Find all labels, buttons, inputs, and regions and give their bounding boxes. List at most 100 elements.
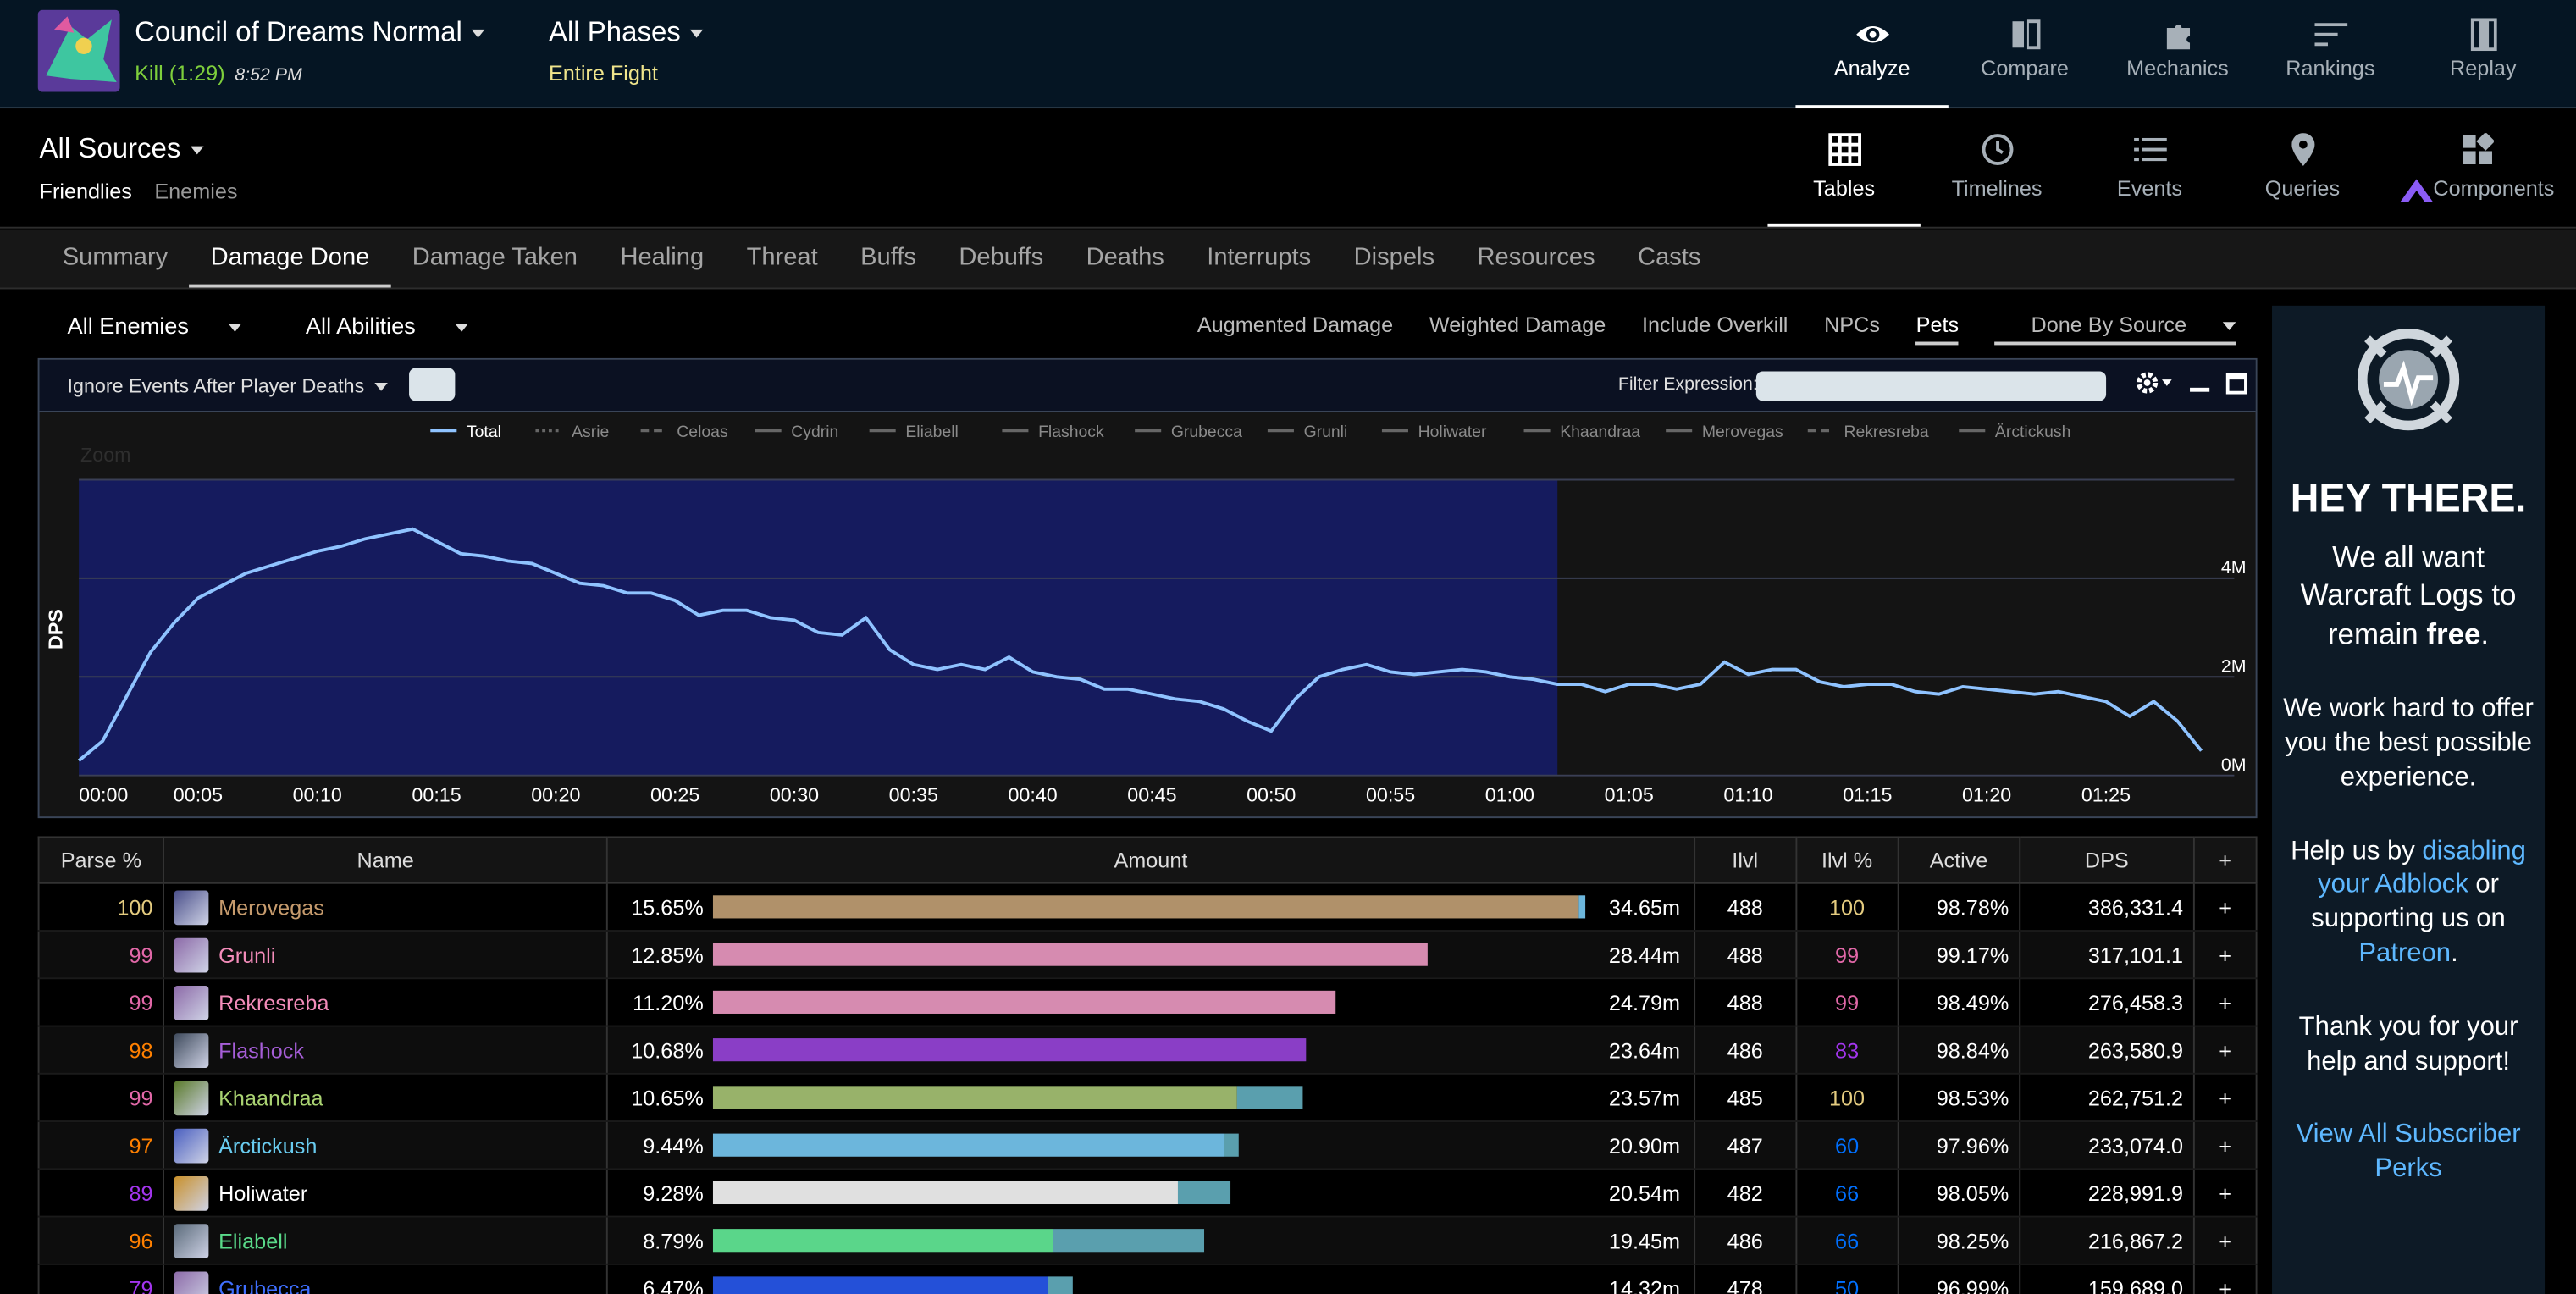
player-name[interactable]: Grubecca [218, 1275, 311, 1294]
expand-row-button[interactable]: + [2192, 1073, 2258, 1123]
name-cell[interactable]: Holiwater [163, 1169, 609, 1218]
col-dps[interactable]: DPS [2018, 836, 2195, 884]
augmented-damage-toggle[interactable]: Augmented Damage [1197, 312, 1393, 346]
player-name[interactable]: Khaandraa [218, 1085, 323, 1109]
name-cell[interactable]: Rekresreba [163, 978, 609, 1027]
name-cell[interactable]: Grubecca [163, 1264, 609, 1294]
table-row[interactable]: 99 Khaandraa 10.65% 23.57m 485 100 98.53% 262,7… [37, 1073, 2258, 1123]
legend-item[interactable]: Khaandraa [1560, 423, 1640, 441]
selected-range[interactable] [79, 479, 1558, 776]
col-ilvl-pct[interactable]: Ilvl % [1794, 836, 1899, 884]
nav-replay[interactable]: Replay [2407, 0, 2559, 108]
view-queries[interactable]: Queries [2226, 110, 2379, 227]
player-name[interactable]: Eliabell [218, 1228, 287, 1253]
name-cell[interactable]: Flashock [163, 1026, 609, 1075]
col-add[interactable]: + [2192, 836, 2258, 884]
player-name[interactable]: Rekresreba [218, 990, 329, 1015]
maximize-icon[interactable] [2225, 372, 2247, 398]
tab-healing[interactable]: Healing [599, 230, 725, 288]
legend-item[interactable]: Grunli [1304, 423, 1348, 441]
nav-analyze[interactable]: Analyze [1795, 0, 1949, 109]
nav-compare[interactable]: Compare [1949, 0, 2101, 108]
fight-selector[interactable]: Council of Dreams Normal [135, 16, 485, 49]
legend-item[interactable]: Flashock [1038, 423, 1104, 441]
col-active[interactable]: Active [1897, 836, 2020, 884]
table-row[interactable]: 89 Holiwater 9.28% 20.54m 482 66 98.05% 228,991… [37, 1169, 2258, 1218]
player-name[interactable]: Holiwater [218, 1181, 307, 1205]
dps-line-chart[interactable]: Total Asrie Celoas Cydrin Eliabell Flashock Gr… [40, 412, 2256, 818]
expand-row-button[interactable]: + [2192, 1121, 2258, 1170]
name-cell[interactable]: Ärctickush [163, 1121, 609, 1170]
tab-casts[interactable]: Casts [1617, 230, 1722, 288]
view-components[interactable]: Components [2379, 110, 2576, 227]
legend-item[interactable]: Grubecca [1171, 423, 1242, 441]
col-parse[interactable]: Parse % [37, 836, 165, 884]
expand-row-button[interactable]: + [2192, 1216, 2258, 1265]
player-name[interactable]: Flashock [218, 1037, 304, 1062]
gear-icon[interactable] [2134, 370, 2174, 401]
expand-row-button[interactable]: + [2192, 931, 2258, 980]
name-cell[interactable]: Eliabell [163, 1216, 609, 1265]
tab-buffs[interactable]: Buffs [839, 230, 937, 288]
expand-row-button[interactable]: + [2192, 1169, 2258, 1218]
subscriber-perks-text[interactable]: View All Subscriber Perks [2296, 1121, 2520, 1183]
tab-interrupts[interactable]: Interrupts [1186, 230, 1332, 288]
expand-row-button[interactable]: + [2192, 978, 2258, 1027]
legend-item[interactable]: Asrie [572, 423, 609, 441]
col-ilvl[interactable]: Ilvl [1693, 836, 1797, 884]
tab-debuffs[interactable]: Debuffs [937, 230, 1064, 288]
table-row[interactable]: 79 Grubecca 6.47% 14.32m 478 50 96.99% 159,689.… [37, 1264, 2258, 1294]
player-name[interactable]: Merovegas [218, 894, 324, 919]
tab-damage-taken[interactable]: Damage Taken [391, 230, 600, 288]
table-row[interactable]: 98 Flashock 10.68% 23.64m 486 83 98.84% 263,580… [37, 1026, 2258, 1075]
view-timelines[interactable]: Timelines [1921, 110, 2073, 227]
abilities-filter[interactable]: All Abilities [306, 312, 498, 339]
expand-row-button[interactable]: + [2192, 1264, 2258, 1294]
legend-item[interactable]: Cydrin [791, 423, 838, 441]
expand-row-button[interactable]: + [2192, 1026, 2258, 1075]
filter-expression-input[interactable] [1755, 371, 2107, 401]
minimize-icon[interactable] [2190, 373, 2210, 397]
table-row[interactable]: 96 Eliabell 8.79% 19.45m 486 66 98.25% 216,867.… [37, 1216, 2258, 1265]
table-row[interactable]: 100 Merovegas 15.65% 34.65m 488 100 98.78% 386,… [37, 882, 2258, 932]
name-cell[interactable]: Grunli [163, 931, 609, 980]
table-row[interactable]: 99 Rekresreba 11.20% 24.79m 488 99 98.49% 276,4… [37, 978, 2258, 1027]
legend-item[interactable]: Merovegas [1702, 423, 1783, 441]
col-name[interactable]: Name [163, 836, 609, 884]
pets-toggle[interactable]: Pets [1915, 312, 1960, 346]
nav-mechanics[interactable]: Mechanics [2101, 0, 2253, 108]
view-events[interactable]: Events [2073, 110, 2225, 227]
weighted-damage-toggle[interactable]: Weighted Damage [1429, 312, 1606, 346]
legend-item[interactable]: Eliabell [905, 423, 959, 441]
tab-deaths[interactable]: Deaths [1064, 230, 1186, 288]
tab-summary[interactable]: Summary [41, 230, 190, 288]
table-row[interactable]: 99 Grunli 12.85% 28.44m 488 99 99.17% 317,101.1… [37, 931, 2258, 980]
subscriber-perks-link[interactable]: View All Subscriber Perks [2272, 1120, 2545, 1188]
legend-item[interactable]: Holiwater [1418, 423, 1487, 441]
phase-selector[interactable]: All Phases [549, 16, 704, 49]
legend-item[interactable]: Celoas [677, 423, 727, 441]
enemies-filter[interactable]: All Enemies [68, 312, 271, 339]
col-amount[interactable]: Amount [606, 836, 1695, 884]
boss-avatar[interactable] [37, 9, 120, 92]
tab-resources[interactable]: Resources [1456, 230, 1617, 288]
source-selector[interactable]: All Sources [40, 133, 204, 166]
name-cell[interactable]: Khaandraa [163, 1073, 609, 1123]
done-by-source-dropdown[interactable]: Done By Source [1994, 312, 2236, 346]
name-cell[interactable]: Merovegas [163, 882, 609, 932]
tab-friendlies[interactable]: Friendlies [40, 179, 132, 203]
tab-threat[interactable]: Threat [725, 230, 839, 288]
player-name[interactable]: Grunli [218, 943, 275, 967]
ignore-deaths-toggle[interactable] [409, 368, 456, 401]
legend-item[interactable]: Ärctickush [1995, 423, 2070, 441]
player-name[interactable]: Ärctickush [218, 1133, 317, 1158]
ignore-deaths-dropdown[interactable]: Ignore Events After Player Deaths [68, 374, 388, 397]
nav-rankings[interactable]: Rankings [2254, 0, 2407, 108]
patreon-link[interactable]: Patreon [2358, 940, 2451, 968]
tab-enemies[interactable]: Enemies [154, 179, 237, 203]
include-overkill-toggle[interactable]: Include Overkill [1642, 312, 1788, 346]
legend-item[interactable]: Total [467, 423, 501, 441]
view-tables[interactable]: Tables [1767, 110, 1921, 227]
npcs-toggle[interactable]: NPCs [1824, 312, 1880, 346]
legend-item[interactable]: Rekresreba [1844, 423, 1928, 441]
